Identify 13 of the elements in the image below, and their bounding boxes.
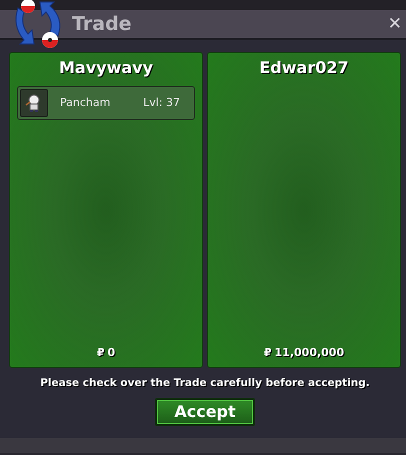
money-amount: 0: [108, 344, 116, 360]
player-name: Edwar027: [259, 57, 349, 79]
close-button[interactable]: ✕: [386, 13, 404, 35]
window-title: Trade: [72, 12, 132, 37]
currency-symbol: ₽: [96, 344, 104, 360]
money-amount: 11,000,000: [274, 344, 344, 360]
player-name: Mavywavy: [58, 57, 153, 79]
item-row[interactable]: Pancham Lvl: 37: [17, 86, 195, 120]
notice-text: Please check over the Trade carefully before accepting.: [39, 376, 371, 391]
currency-symbol: ₽: [264, 344, 272, 360]
item-level: Lvl: 37: [143, 94, 180, 111]
item-name: Pancham: [60, 94, 110, 111]
accept-button[interactable]: Accept: [155, 398, 255, 426]
